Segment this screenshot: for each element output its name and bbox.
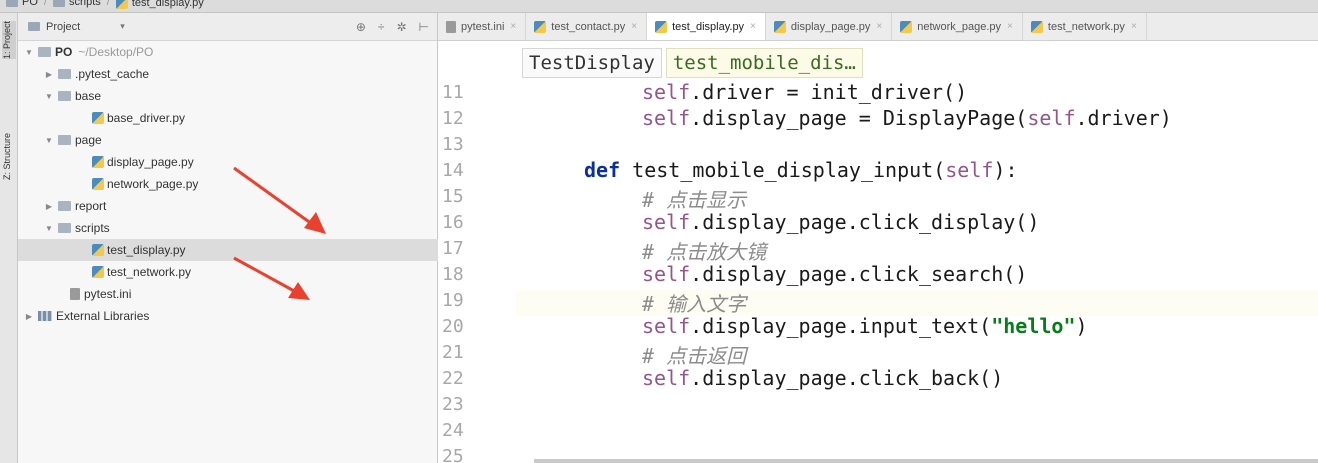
red-arrow-icon [233, 166, 326, 234]
ide-window: PO / scripts / test_display.py 1: Projec… [0, 0, 1318, 463]
annotation-overlay [233, 166, 326, 300]
red-arrow-icon [233, 256, 310, 300]
